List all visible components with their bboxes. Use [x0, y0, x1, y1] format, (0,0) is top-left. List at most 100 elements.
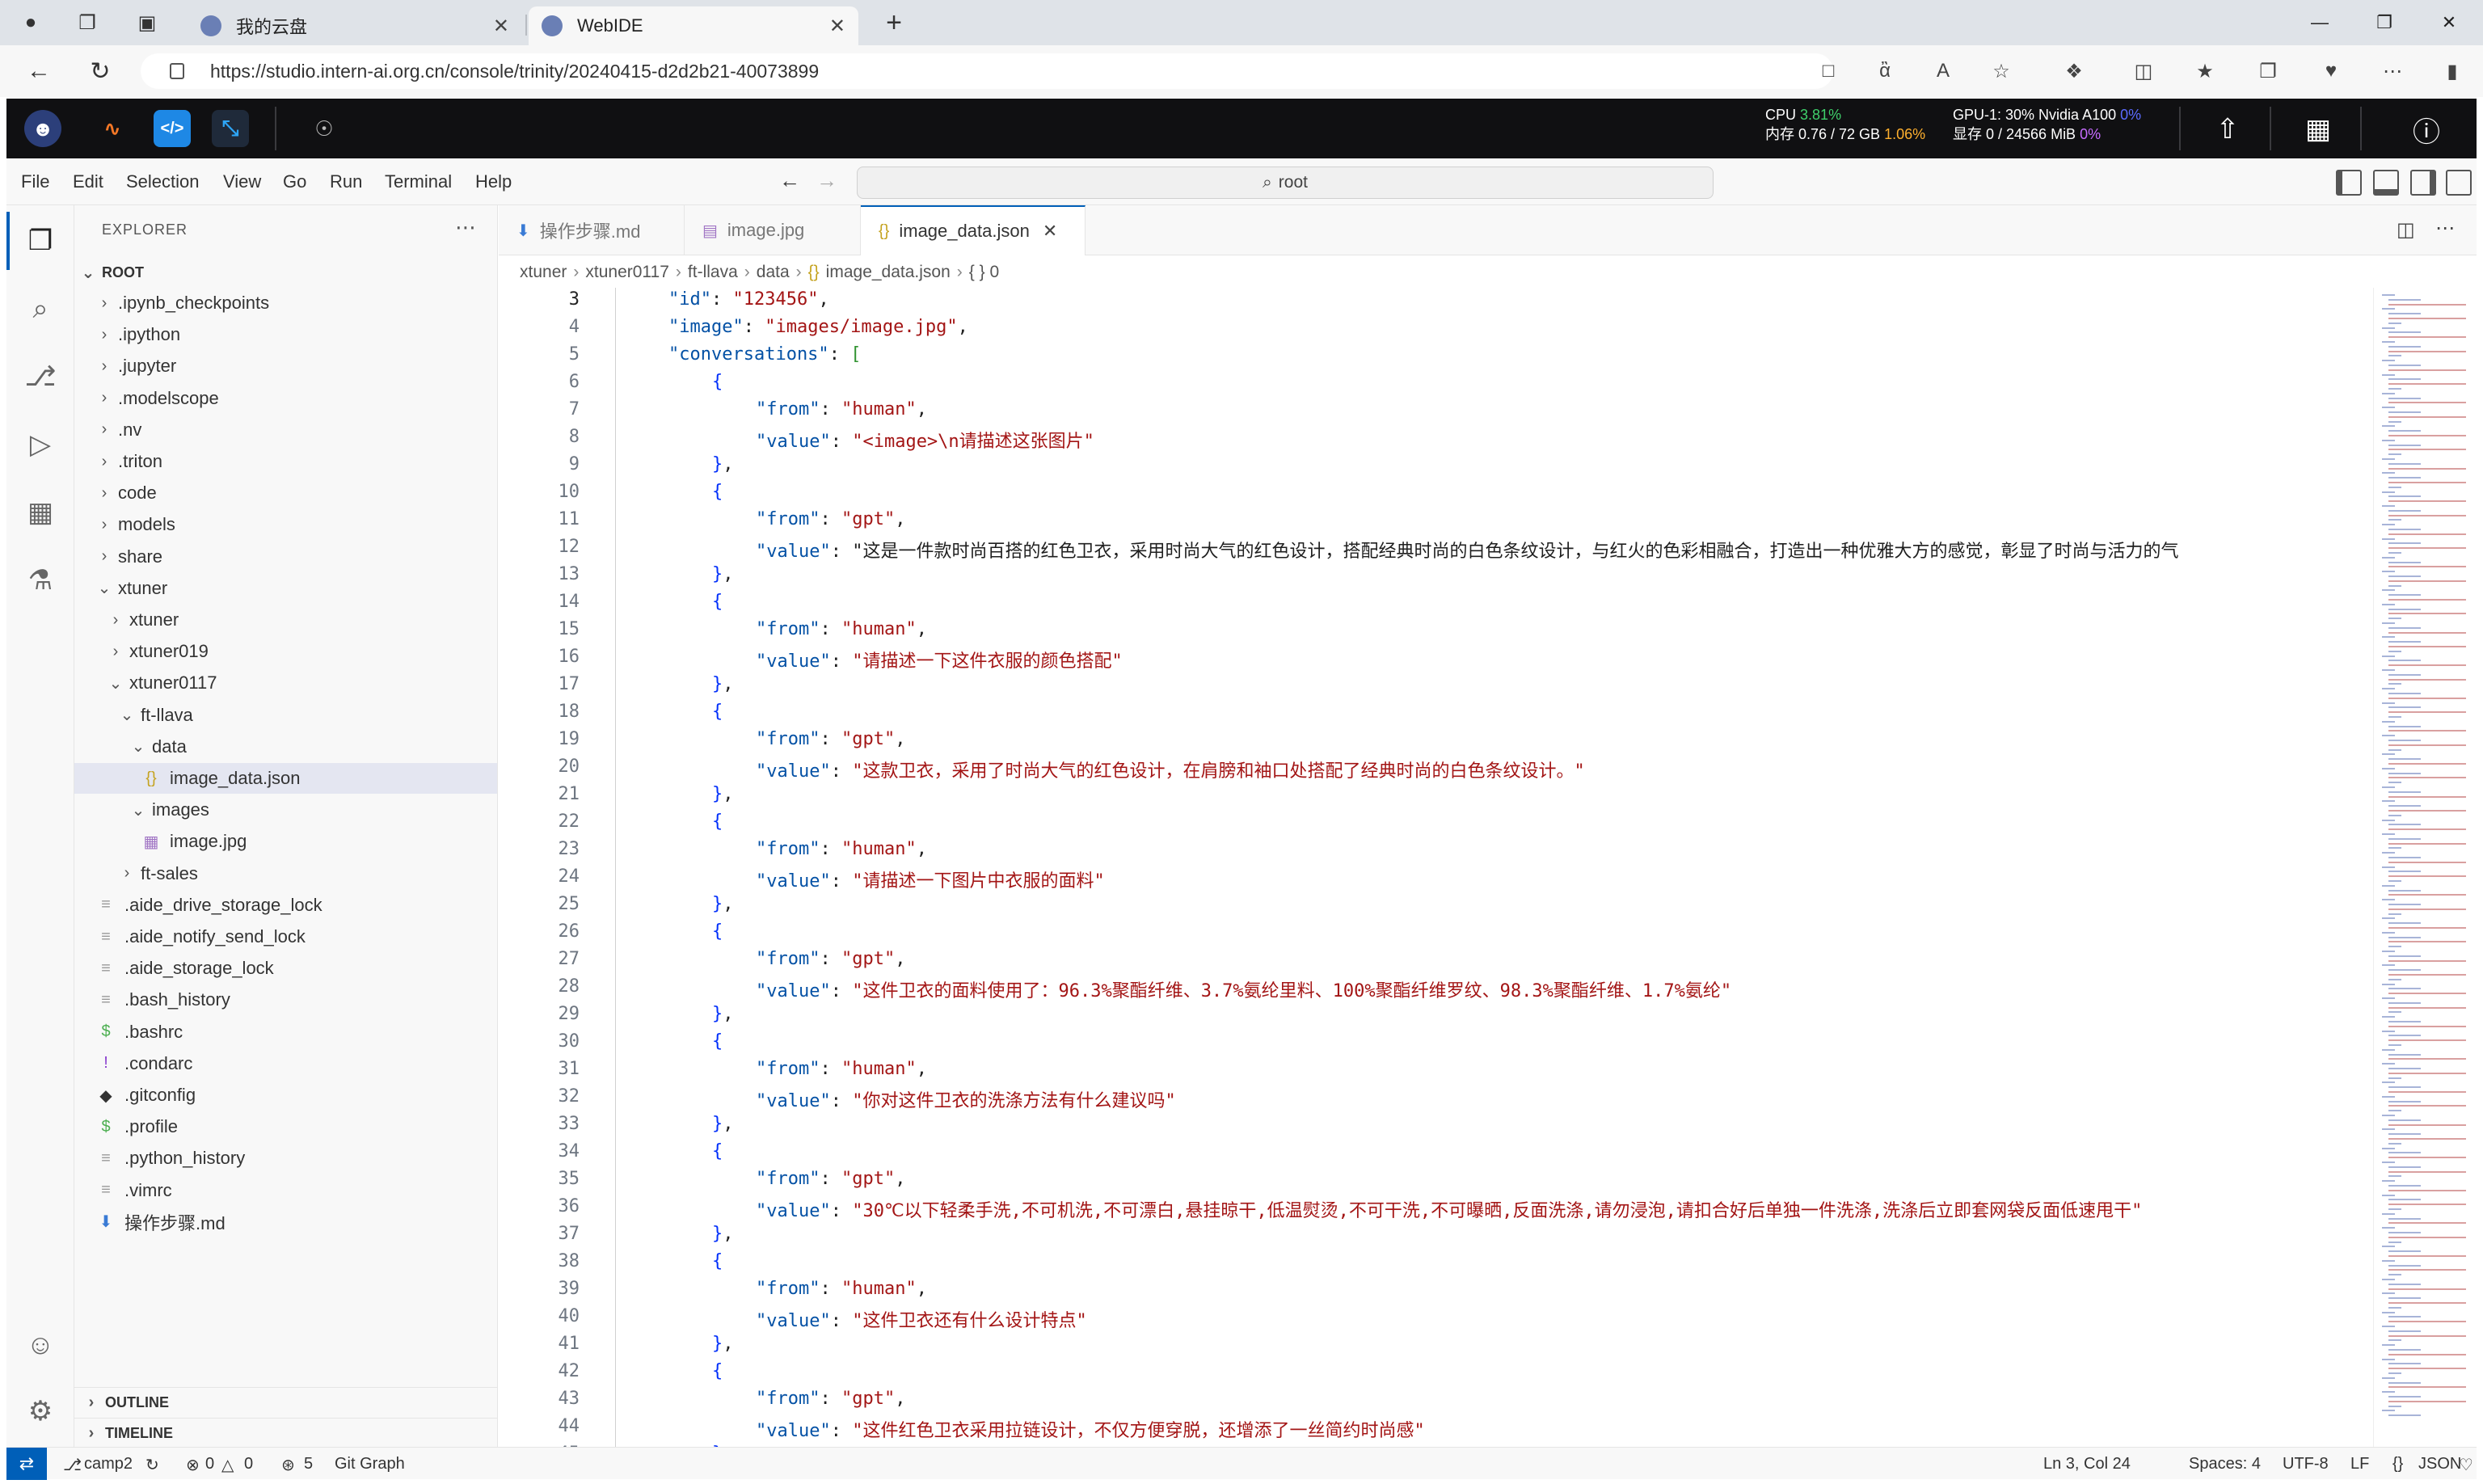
breadcrumb-item[interactable]: xtuner0117: [585, 263, 669, 282]
menu-selection[interactable]: Selection: [126, 171, 200, 192]
tree-item[interactable]: ≡ .aide_notify_send_lock: [74, 921, 497, 952]
split-editor-icon[interactable]: ◫: [2397, 218, 2415, 242]
customize-layout-icon[interactable]: [2446, 170, 2472, 196]
browser-tab-cloud[interactable]: 我的云盘 ✕: [188, 6, 522, 45]
browser-essentials-icon[interactable]: ♥: [2316, 57, 2346, 86]
intern-logo-icon[interactable]: ☻: [24, 110, 61, 147]
minimize-icon[interactable]: —: [2295, 8, 2344, 37]
encoding[interactable]: UTF-8: [2283, 1455, 2329, 1473]
timeline-section[interactable]: › TIMELINE: [74, 1418, 497, 1447]
code-editor[interactable]: 3 "id": "123456", 4 "image": "images/image.…: [499, 288, 2374, 1447]
minimap[interactable]: [2373, 288, 2477, 1447]
tree-item[interactable]: ≡ .aide_storage_lock: [74, 953, 497, 984]
command-center[interactable]: ⌕ root: [857, 167, 1714, 199]
ports-count[interactable]: 5: [304, 1455, 313, 1473]
favorites-icon[interactable]: ★: [2190, 57, 2220, 86]
close-tab-icon[interactable]: ✕: [1043, 221, 1057, 242]
editor-more-actions-icon[interactable]: ⋯: [2435, 217, 2455, 240]
extensions-icon[interactable]: ❖: [2059, 57, 2089, 86]
tree-item[interactable]: › models: [74, 509, 497, 540]
translate-icon[interactable]: ἂ: [1870, 57, 1899, 86]
vscode-icon[interactable]: ⤡: [212, 110, 249, 147]
notifications-bell-icon[interactable]: ♡: [2459, 1455, 2473, 1475]
tree-item[interactable]: › share: [74, 542, 497, 572]
tree-item[interactable]: › ft-sales: [74, 858, 497, 889]
extensions-icon[interactable]: ▦: [19, 491, 61, 533]
close-tab-icon[interactable]: ✕: [829, 15, 845, 38]
collections-icon[interactable]: ❐: [2253, 57, 2283, 86]
new-tab-icon[interactable]: +: [878, 6, 910, 39]
close-window-icon[interactable]: ✕: [2425, 8, 2473, 37]
end-of-line[interactable]: LF: [2350, 1455, 2369, 1473]
more-actions-icon[interactable]: ⋯: [455, 215, 476, 240]
tree-item[interactable]: › xtuner019: [74, 636, 497, 667]
tab-image-jpg[interactable]: ▤ image.jpg: [685, 205, 861, 255]
info-icon[interactable]: ⓘ: [2407, 110, 2446, 149]
read-aloud-icon[interactable]: A: [1929, 57, 1958, 86]
tab-operation-steps[interactable]: ⬇ 操作步骤.md: [499, 205, 685, 255]
app-available-icon[interactable]: □: [1814, 57, 1843, 86]
indentation[interactable]: Spaces: 4: [2189, 1455, 2261, 1473]
tree-item[interactable]: › .triton: [74, 446, 497, 477]
tree-item[interactable]: ⌄ data: [74, 731, 497, 762]
toggle-primary-sidebar-icon[interactable]: [2336, 170, 2362, 196]
sync-icon[interactable]: ↻: [145, 1455, 159, 1475]
tree-item[interactable]: ≡ .aide_drive_storage_lock: [74, 890, 497, 921]
tree-item[interactable]: ⌄ xtuner: [74, 573, 497, 604]
profile-icon[interactable]: ●: [15, 6, 47, 39]
tree-item[interactable]: ⌄ xtuner0117: [74, 668, 497, 698]
jupyter-icon[interactable]: ∿: [94, 110, 131, 147]
accounts-icon[interactable]: ☺: [19, 1324, 61, 1366]
compass-icon[interactable]: ☉: [306, 110, 343, 147]
search-icon[interactable]: ⌕: [19, 288, 61, 330]
toggle-panel-icon[interactable]: [2373, 170, 2399, 196]
tree-item[interactable]: › .modelscope: [74, 383, 497, 414]
menu-file[interactable]: File: [21, 171, 49, 192]
restore-icon[interactable]: ❐: [2360, 8, 2409, 37]
tree-root[interactable]: ⌄ ROOT: [74, 257, 497, 288]
language-mode[interactable]: JSON: [2418, 1455, 2461, 1473]
explorer-icon[interactable]: ❐: [19, 220, 61, 262]
workspaces-icon[interactable]: ❐: [71, 6, 103, 39]
breadcrumb-item[interactable]: { } 0: [969, 263, 999, 282]
manage-gear-icon[interactable]: ⚙: [19, 1390, 61, 1432]
more-menu-icon[interactable]: ⋯: [2378, 57, 2407, 86]
run-debug-icon[interactable]: ▷: [19, 424, 61, 466]
vertical-tabs-icon[interactable]: ▣: [131, 6, 163, 39]
toggle-secondary-sidebar-icon[interactable]: [2410, 170, 2436, 196]
breadcrumb-item[interactable]: data: [757, 263, 790, 282]
refresh-icon[interactable]: ↻: [84, 55, 116, 87]
cursor-position[interactable]: Ln 3, Col 24: [2043, 1455, 2131, 1473]
browser-tab-webide[interactable]: WebIDE ✕: [529, 6, 858, 45]
error-count[interactable]: 0: [205, 1455, 214, 1473]
tree-item[interactable]: {} image_data.json: [74, 763, 497, 794]
menu-go[interactable]: Go: [283, 171, 306, 192]
git-graph-button[interactable]: Git Graph: [335, 1455, 405, 1473]
menu-edit[interactable]: Edit: [73, 171, 103, 192]
address-bar[interactable]: https://studio.intern-ai.org.cn/console/…: [141, 53, 1833, 89]
tree-item[interactable]: ⌄ images: [74, 795, 497, 825]
split-screen-icon[interactable]: ◫: [2129, 57, 2158, 86]
tree-item[interactable]: ◆ .gitconfig: [74, 1080, 497, 1111]
menu-view[interactable]: View: [223, 171, 261, 192]
tree-item[interactable]: ⬇ 操作步骤.md: [74, 1207, 497, 1237]
tree-item[interactable]: › .nv: [74, 415, 497, 445]
warning-count[interactable]: 0: [244, 1455, 253, 1473]
back-icon[interactable]: ←: [23, 55, 55, 87]
tree-item[interactable]: $ .profile: [74, 1111, 497, 1142]
sidebar-toggle-icon[interactable]: ▮: [2438, 57, 2467, 86]
tab-image-data-json[interactable]: {} image_data.json ✕: [861, 205, 1086, 255]
remote-indicator-icon[interactable]: ⇄: [6, 1448, 47, 1480]
testing-icon[interactable]: ⚗: [19, 559, 61, 601]
tensorflow-icon[interactable]: ⇧: [2208, 110, 2247, 149]
tree-item[interactable]: › xtuner: [74, 605, 497, 635]
breadcrumb-item[interactable]: xtuner: [520, 263, 567, 282]
branch-name[interactable]: camp2: [84, 1455, 133, 1473]
tree-item[interactable]: $ .bashrc: [74, 1017, 497, 1048]
tree-item[interactable]: › .ipython: [74, 319, 497, 350]
tree-item[interactable]: ≡ .bash_history: [74, 984, 497, 1015]
favorite-star-icon[interactable]: ☆: [1987, 57, 2016, 86]
tree-item[interactable]: ⌄ ft-llava: [74, 700, 497, 731]
tree-item[interactable]: › .jupyter: [74, 351, 497, 382]
monitor-icon[interactable]: ▦: [2299, 110, 2338, 149]
